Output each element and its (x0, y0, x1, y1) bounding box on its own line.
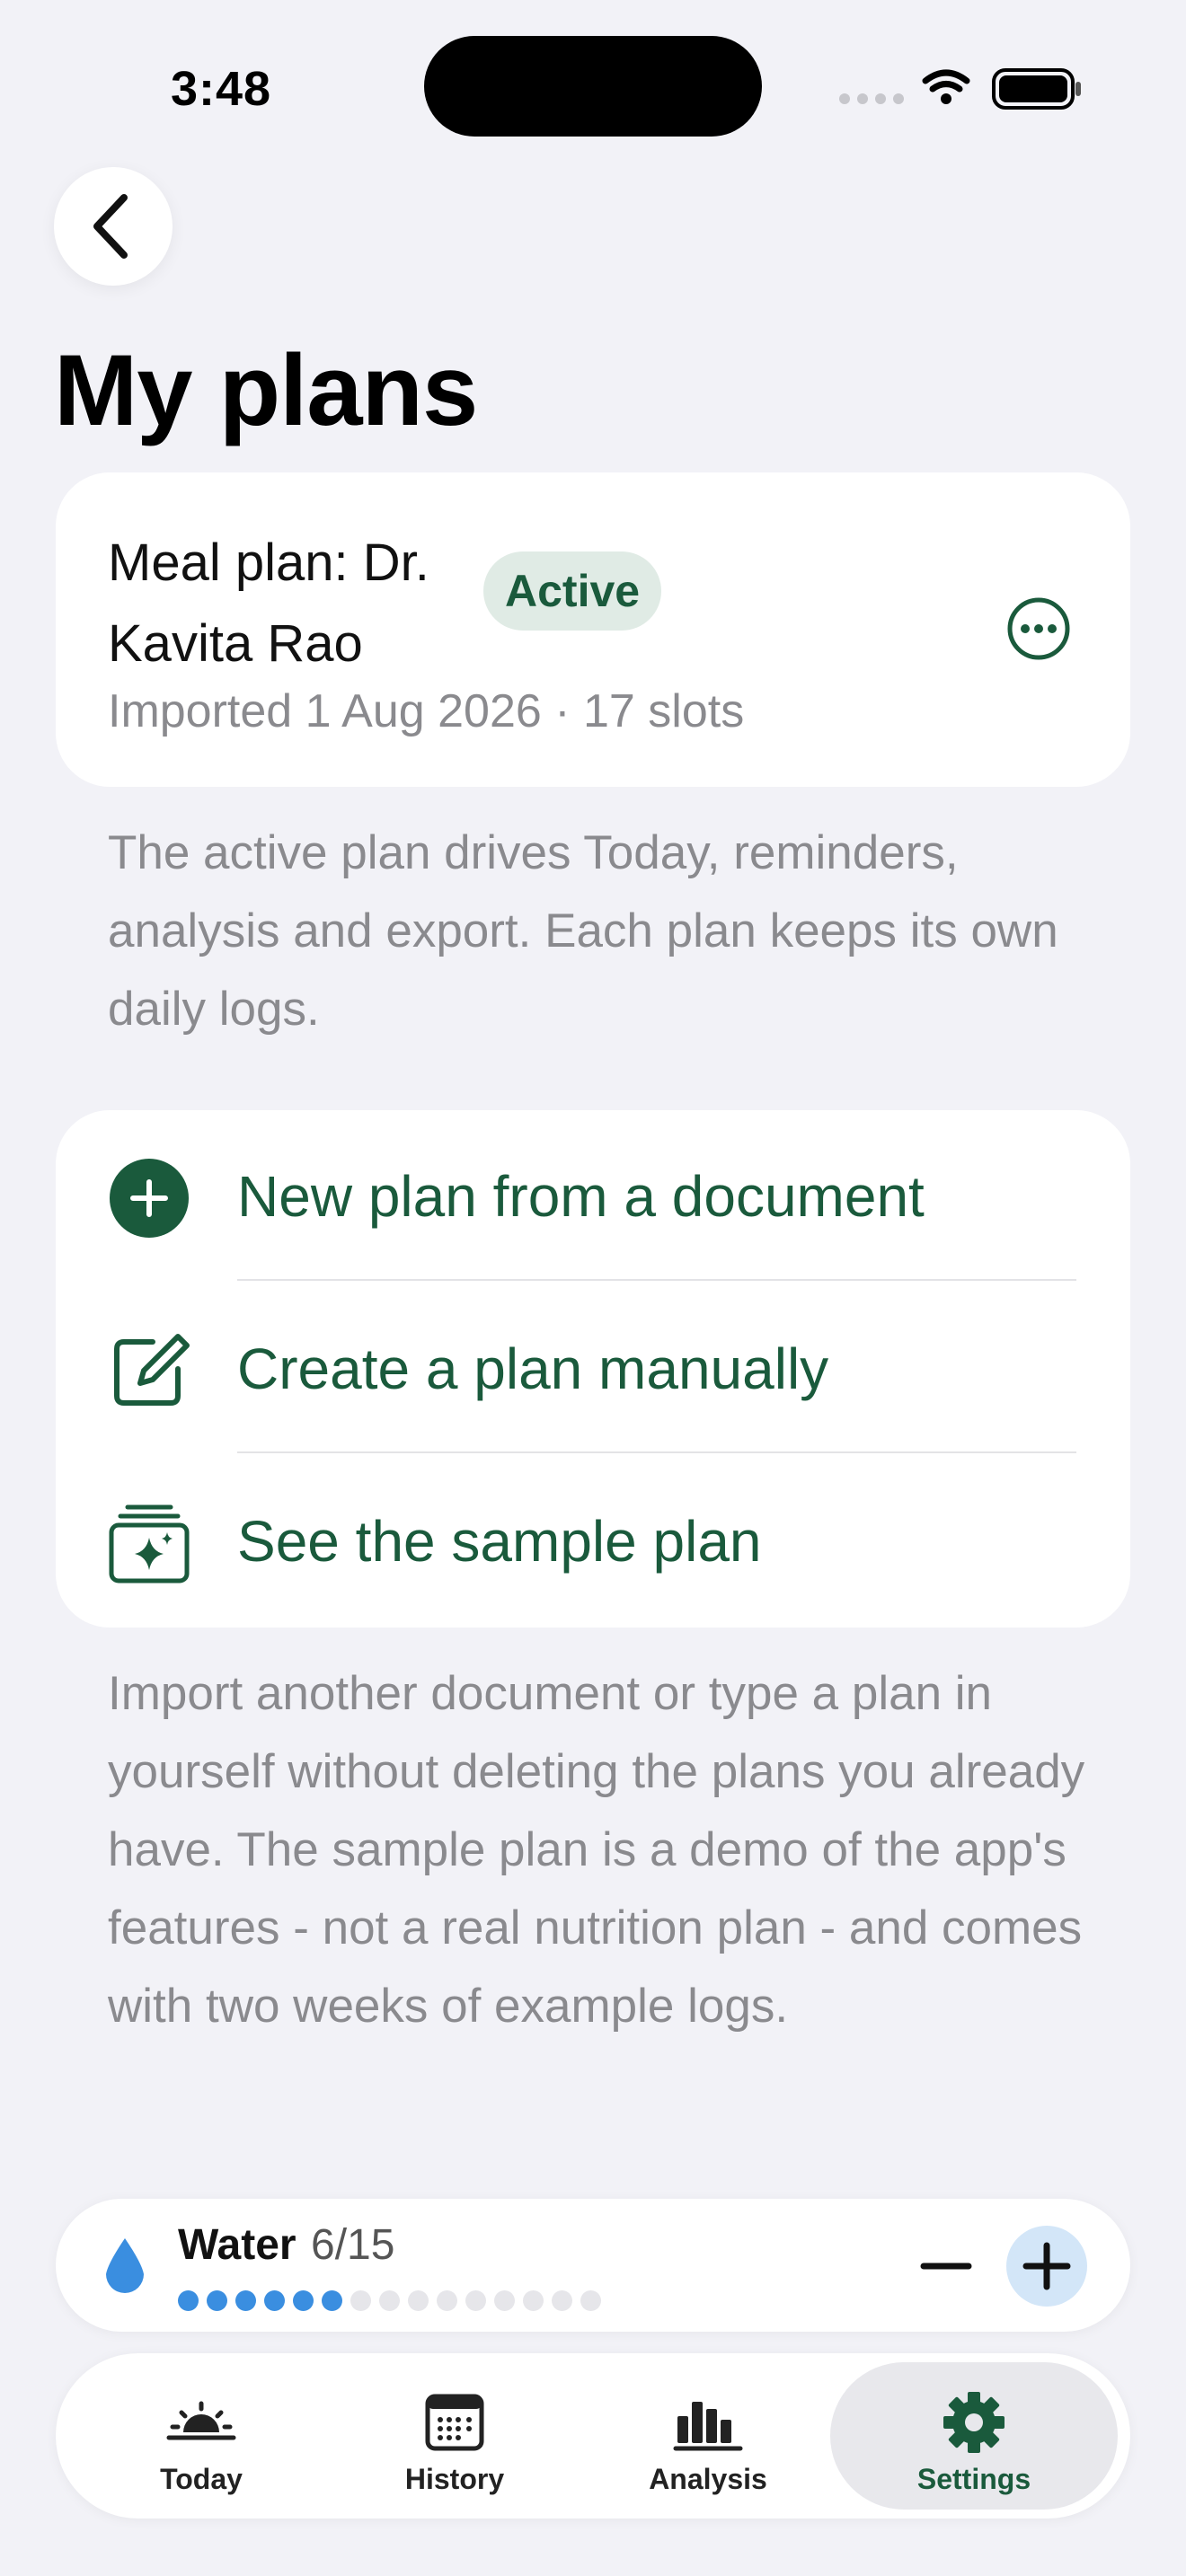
tab-label: Settings (916, 2463, 1031, 2495)
divider (237, 1279, 1076, 1281)
tab-label: Today (160, 2463, 243, 2495)
water-drop-icon (106, 2238, 144, 2293)
tab-today[interactable]: Today (74, 2362, 329, 2510)
tab-label: Analysis (649, 2463, 767, 2495)
tab-label: History (404, 2463, 505, 2495)
active-plan-note: The active plan drives Today, reminders,… (108, 826, 1058, 1036)
tab-history[interactable]: History (327, 2362, 582, 2510)
actions-note: Import another document or type a plan i… (108, 1667, 1085, 2033)
plus-circle-icon (110, 1159, 189, 1238)
water-dot (322, 2290, 342, 2311)
action-label: Create a plan manually (237, 1337, 829, 1401)
page-title: My plans (54, 334, 478, 446)
chevron-left-icon (93, 194, 128, 259)
water-dot (207, 2290, 227, 2311)
wifi-icon (922, 69, 970, 93)
water-count: 6/15 (311, 2221, 395, 2269)
water-progress-dots (178, 2290, 601, 2311)
water-dot (293, 2290, 314, 2311)
status-time: 3:48 (171, 62, 272, 116)
more-options-icon[interactable] (1006, 596, 1071, 661)
water-dot (552, 2290, 572, 2311)
water-dot (523, 2290, 544, 2311)
water-dot (408, 2290, 429, 2311)
water-dot (235, 2290, 256, 2311)
water-dot (494, 2290, 515, 2311)
active-plan-card[interactable]: Meal plan: Dr. Kavita Rao Active Importe… (56, 472, 1130, 787)
bar-chart-icon (673, 2402, 743, 2451)
decrease-water-button[interactable] (906, 2226, 987, 2307)
sunrise-icon (166, 2401, 236, 2440)
water-dot (264, 2290, 285, 2311)
gear-icon (943, 2392, 1005, 2453)
water-dot (580, 2290, 601, 2311)
sparkle-stack-icon (109, 1504, 190, 1584)
divider (237, 1451, 1076, 1453)
status-icons (839, 68, 1081, 110)
back-button[interactable] (54, 167, 173, 286)
water-dot (178, 2290, 199, 2311)
action-label: New plan from a document (237, 1164, 925, 1229)
water-dot (465, 2290, 486, 2311)
water-dot (350, 2290, 371, 2311)
active-badge: Active (483, 551, 662, 631)
water-dot (437, 2290, 457, 2311)
battery-icon (992, 68, 1081, 110)
tab-settings[interactable]: Settings (830, 2362, 1118, 2510)
tab-bar: Today History Analysis Settings (56, 2353, 1130, 2519)
water-label: Water (178, 2221, 296, 2269)
see-sample-plan-button[interactable]: See the sample plan (56, 1455, 1130, 1628)
plan-meta: Imported 1 Aug 2026 · 17 slots (108, 685, 745, 737)
water-dot (379, 2290, 400, 2311)
plan-name: Meal plan: Dr. Kavita Rao (108, 534, 429, 673)
cellular-signal-icon (839, 93, 904, 104)
increase-water-button[interactable] (1006, 2226, 1087, 2307)
plan-actions-card: New plan from a document Create a plan m… (56, 1110, 1130, 1628)
water-tracker: Water 6/15 (56, 2199, 1130, 2332)
new-plan-from-document-button[interactable]: New plan from a document (56, 1110, 1130, 1283)
create-plan-manually-button[interactable]: Create a plan manually (56, 1283, 1130, 1455)
plus-icon (1022, 2242, 1071, 2290)
calendar-icon (425, 2394, 484, 2451)
my-plans-screen: 3:48 My plans Meal plan: Dr. Kavita Rao … (0, 0, 1186, 2576)
square-pencil-icon (114, 1334, 190, 1406)
action-label: See the sample plan (237, 1509, 762, 1574)
dynamic-island (424, 36, 762, 137)
tab-analysis[interactable]: Analysis (580, 2362, 836, 2510)
